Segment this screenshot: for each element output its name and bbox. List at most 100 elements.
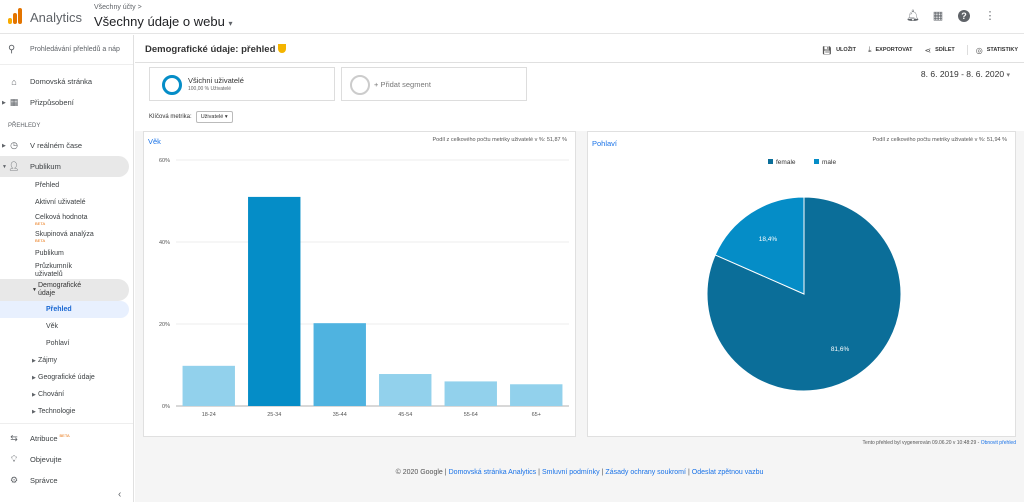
age-bar-chart: 60% 40% 20% 0% 18-24 25-34 35-44 45-54 55-64 65+ — [159, 158, 569, 418]
download-icon: ⤓ — [867, 45, 872, 54]
footer-link-terms[interactable]: Smluvní podmínky — [542, 469, 600, 476]
chevron-down-icon: ▾ — [1006, 72, 1010, 79]
account-breadcrumb[interactable]: Všechny účty > — [94, 4, 142, 11]
legend-label-female: female — [776, 159, 796, 166]
beta-badge: BETA — [35, 237, 46, 243]
sidebar-sub-active-users[interactable]: Aktivní uživatelé — [0, 194, 133, 211]
y-tick-label: 40% — [159, 240, 170, 246]
legend-swatch-male — [814, 159, 819, 164]
sidebar-sub-user-explorer[interactable]: Průzkumník uživatelů — [0, 262, 133, 279]
sidebar-sub-demo-age[interactable]: Věk — [0, 318, 133, 335]
date-range-picker[interactable]: 8. 6. 2019 - 8. 6. 2020 ▾ — [921, 69, 1010, 79]
segment-percentage: 100,00 % Uživatelé — [188, 86, 232, 92]
sidebar-sub-lifetime-value[interactable]: Celková hodnota BETA — [0, 211, 133, 228]
x-tick-label: 65+ — [532, 412, 541, 418]
report-generated-note: Tento přehled byl vygenerován 09.06.20 v… — [863, 440, 1016, 446]
refresh-report-link[interactable]: Obnovit přehled — [981, 440, 1016, 446]
sidebar-sub-demo-gender[interactable]: Pohlaví — [0, 335, 133, 352]
search-input[interactable]: ⚲ Prohledávání přehledů a náp — [0, 35, 133, 65]
analytics-logo-icon[interactable] — [8, 8, 22, 24]
bar-35-44 — [313, 323, 366, 406]
search-icon: ⚲ — [8, 44, 16, 55]
sidebar-item-attribution[interactable]: ⇆ Atribuce BETA — [0, 428, 133, 449]
save-button[interactable]: 💾︎ ULOŽIT — [822, 45, 856, 55]
page-title-text: Demografické údaje: přehled — [145, 44, 276, 55]
sub-item-label: Zájmy — [38, 357, 58, 364]
segment-all-users[interactable]: Všichni uživatelé 100,00 % Uživatelé — [149, 67, 335, 101]
sidebar-item-label: Přizpůsobení — [30, 98, 74, 107]
insights-button[interactable]: ◎ STATISTIKY — [966, 45, 1018, 55]
caret-right-icon: ▶ — [32, 357, 36, 364]
top-icons: 🔔︎ ▦ ? ⋮ — [906, 10, 996, 22]
x-tick-label: 25-34 — [267, 412, 281, 418]
sub-item-label: Technologie — [38, 408, 76, 415]
caret-right-icon: ▶ — [32, 374, 36, 381]
property-name: Všechny údaje o webu — [94, 14, 225, 29]
sidebar-item-home[interactable]: ⌂ Domovská stránka — [0, 71, 133, 92]
sidebar-item-discover[interactable]: 💡︎ Objevujte — [0, 449, 133, 470]
bar-45-54 — [379, 374, 432, 406]
property-selector[interactable]: Všechny údaje o webu ▾ — [94, 14, 232, 29]
sub-item-label: Přehled — [46, 306, 72, 313]
export-button[interactable]: ⤓ EXPORTOVAT — [868, 45, 913, 55]
search-placeholder: Prohledávání přehledů a náp — [30, 46, 120, 53]
sidebar-sub-interests[interactable]: ▶ Zájmy — [0, 352, 133, 369]
sub-item-label: údaje — [38, 290, 56, 297]
gender-panel: Pohlaví Podíl z celkového počtu metriky … — [587, 131, 1016, 437]
gender-pie-chart: female male 81,6% 18,4% — [706, 159, 902, 392]
sidebar-item-admin[interactable]: ⚙ Správce — [0, 470, 133, 491]
sidebar-sub-behavior[interactable]: ▶ Chování — [0, 386, 133, 403]
sub-item-label: Věk — [46, 323, 59, 330]
footer-link-privacy[interactable]: Zásady ochrany soukromí — [605, 469, 686, 476]
sidebar-sub-cohort[interactable]: Skupinová analýza BETA — [0, 228, 133, 245]
key-metric-select[interactable]: Uživatelé ▾ — [195, 111, 233, 123]
bell-icon[interactable]: 🔔︎ — [906, 10, 920, 22]
sidebar-item-audience[interactable]: ▼ 👤︎ Publikum — [0, 156, 129, 177]
sidebar-item-customization[interactable]: ▶ ▦ Přizpůsobení — [0, 92, 133, 113]
sidebar-sub-demo-overview[interactable]: Přehled — [0, 301, 129, 318]
more-vert-icon[interactable]: ⋮ — [984, 10, 996, 22]
sidebar-sub-overview[interactable]: Přehled — [0, 177, 133, 194]
save-icon: 💾︎ — [821, 45, 833, 55]
bar-55-64 — [444, 381, 497, 406]
share-button[interactable]: ⋖ SDÍLET — [924, 45, 954, 55]
insights-icon: ◎ — [975, 45, 983, 55]
gear-icon: ⚙ — [9, 475, 19, 485]
footer-link-feedback[interactable]: Odeslat zpětnou vazbu — [692, 469, 764, 476]
sub-item-label: Celková hodnota — [35, 213, 88, 221]
bar-25-34 — [248, 196, 301, 406]
sidebar-item-label: Atribuce — [30, 434, 58, 443]
sub-item-label: Geografické údaje — [38, 374, 95, 381]
reports-section-label: PŘEHLEDY — [8, 123, 41, 129]
caret-down-icon: ▼ — [32, 287, 37, 293]
caret-right-icon: ▶ — [2, 142, 6, 149]
app-name: Analytics — [30, 10, 83, 25]
sidebar-sub-technology[interactable]: ▶ Technologie — [0, 403, 133, 420]
sub-item-label: Demografické — [38, 282, 82, 289]
help-icon[interactable]: ? — [958, 10, 970, 22]
person-icon: 👤︎ — [8, 161, 20, 171]
sidebar-item-realtime[interactable]: ▶ ◷ V reálném čase — [0, 135, 133, 156]
sidebar-sub-audiences[interactable]: Publikum — [0, 245, 133, 262]
share-label: SDÍLET — [935, 47, 955, 53]
apps-grid-icon[interactable]: ▦ — [932, 10, 944, 22]
generated-text: Tento přehled byl vygenerován 09.06.20 v… — [862, 440, 981, 446]
sidebar: ⚲ Prohledávání přehledů a náp ⌂ Domovská… — [0, 35, 134, 502]
sidebar-sub-demographics[interactable]: ▼ Demografické údaje — [0, 279, 129, 301]
caret-right-icon: ▶ — [2, 99, 6, 106]
report-header: Demografické údaje: přehled 💾︎ ULOŽIT ⤓ EX… — [135, 35, 1024, 63]
insights-label: STATISTIKY — [986, 47, 1018, 53]
footer-link-home[interactable]: Domovská stránka Analytics — [449, 469, 537, 476]
date-range-text: 8. 6. 2019 - 8. 6. 2020 — [920, 69, 1005, 79]
sub-item-label: Skupinová analýza — [35, 230, 94, 238]
pie-data-label: 18,4% — [759, 236, 778, 243]
dashboard-icon: ▦ — [9, 97, 19, 107]
caret-right-icon: ▶ — [32, 391, 36, 398]
clock-icon: ◷ — [10, 140, 18, 150]
shield-check-icon — [278, 44, 287, 53]
share-icon: ⋖ — [924, 45, 932, 55]
collapse-sidebar-icon[interactable]: ‹ — [118, 489, 121, 500]
x-tick-label: 55-64 — [464, 412, 478, 418]
add-segment-button[interactable]: + Přidat segment — [341, 67, 527, 101]
sidebar-sub-geo[interactable]: ▶ Geografické údaje — [0, 369, 133, 386]
